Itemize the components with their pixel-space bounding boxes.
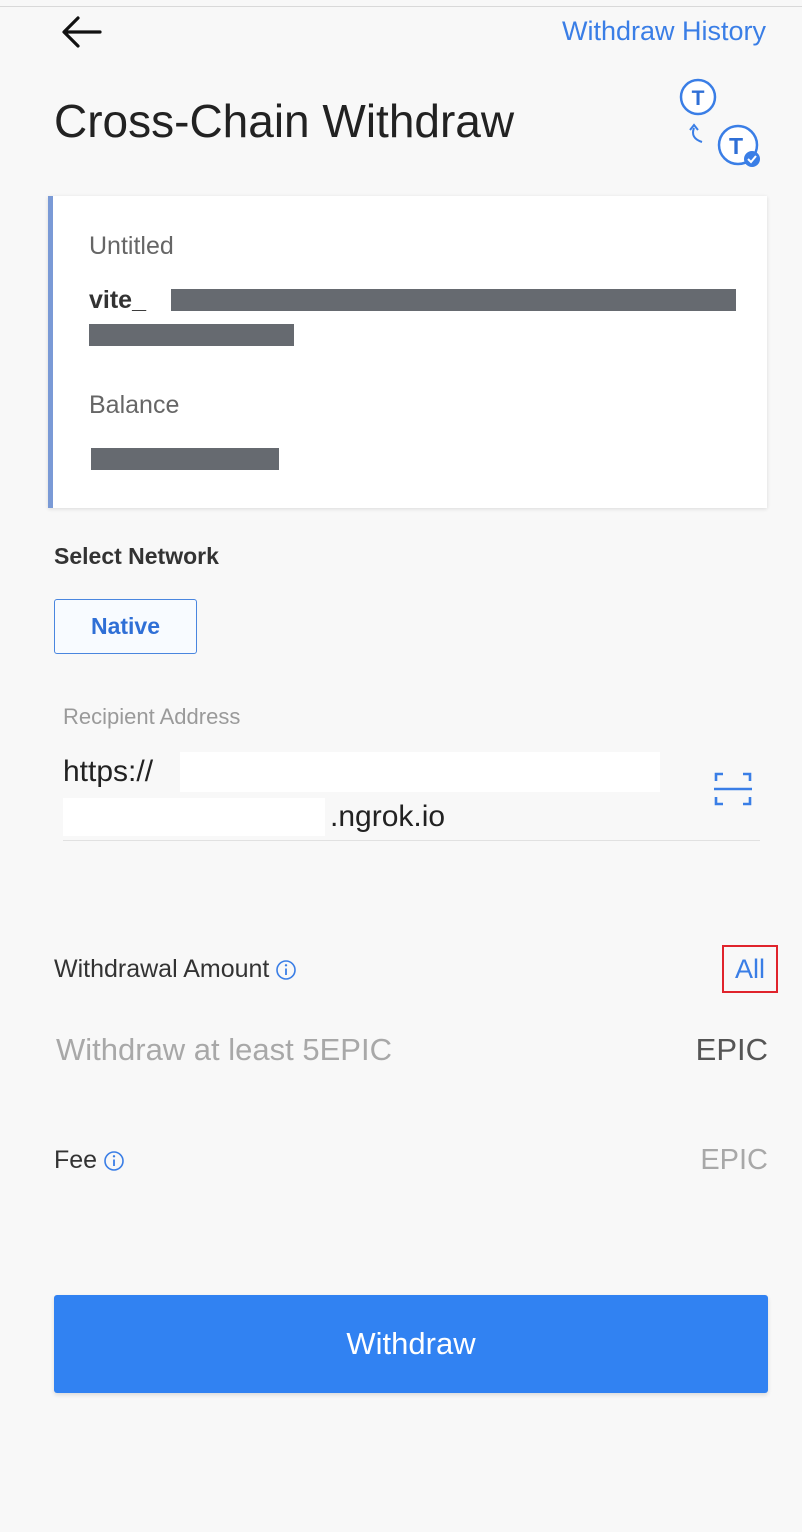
balance-label: Balance bbox=[89, 391, 180, 419]
account-name: Untitled bbox=[89, 232, 174, 260]
recipient-address-line-2[interactable]: .ngrok.io bbox=[330, 800, 445, 834]
logo-letter-bottom: T bbox=[729, 133, 743, 159]
amount-unit: EPIC bbox=[695, 1032, 768, 1067]
redacted-address-line-1 bbox=[171, 289, 736, 311]
fee-unit: EPIC bbox=[700, 1144, 768, 1176]
select-network-label: Select Network bbox=[54, 543, 219, 569]
network-native-button[interactable]: Native bbox=[54, 599, 197, 654]
withdraw-history-link[interactable]: Withdraw History bbox=[562, 16, 766, 47]
redacted-url-part-2 bbox=[63, 798, 325, 836]
redacted-url-part-1 bbox=[180, 752, 660, 792]
withdrawal-amount-label: Withdrawal Amount bbox=[54, 955, 297, 984]
top-divider bbox=[0, 6, 802, 7]
page-title: Cross-Chain Withdraw bbox=[54, 95, 515, 147]
withdraw-button[interactable]: Withdraw bbox=[54, 1295, 768, 1393]
recipient-address-line-1[interactable]: https:// bbox=[63, 755, 153, 789]
recipient-underline bbox=[63, 840, 760, 841]
info-icon[interactable] bbox=[275, 959, 297, 981]
redacted-address-line-2 bbox=[89, 324, 294, 346]
scan-icon[interactable] bbox=[713, 771, 753, 807]
fee-label: Fee bbox=[54, 1146, 125, 1175]
logo-letter-top: T bbox=[692, 87, 705, 110]
all-amount-button[interactable]: All bbox=[722, 945, 778, 993]
amount-input[interactable]: Withdraw at least 5EPIC bbox=[56, 1032, 392, 1068]
fee-text: Fee bbox=[54, 1146, 98, 1174]
token-swap-icon: T T bbox=[679, 78, 760, 167]
account-card: Untitled vite_ Balance bbox=[48, 196, 767, 508]
address-prefix: vite_ bbox=[89, 286, 146, 314]
info-icon[interactable] bbox=[103, 1150, 125, 1172]
recipient-address-label: Recipient Address bbox=[63, 704, 241, 729]
back-arrow-icon[interactable] bbox=[60, 14, 102, 50]
withdrawal-amount-text: Withdrawal Amount bbox=[54, 955, 270, 983]
redacted-balance bbox=[91, 448, 279, 470]
